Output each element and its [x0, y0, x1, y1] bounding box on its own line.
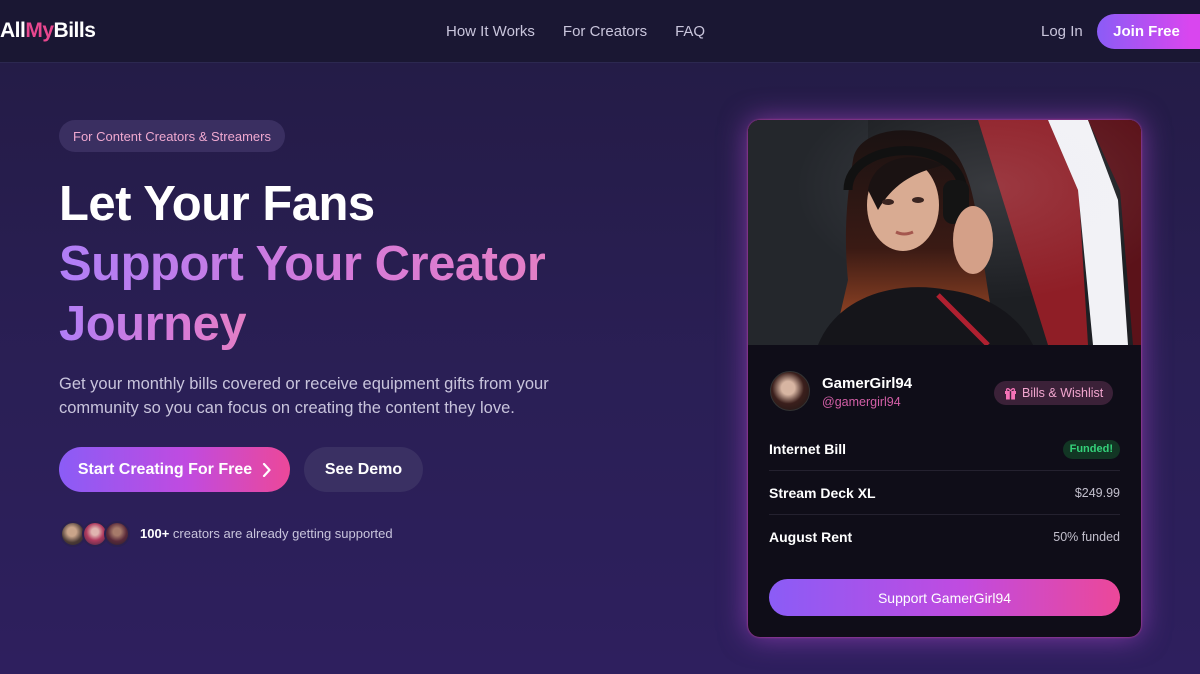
logo-part-all: All: [0, 19, 26, 42]
logo-part-my: My: [25, 19, 54, 42]
creator-name: GamerGirl94: [822, 375, 913, 392]
see-demo-button[interactable]: See Demo: [304, 447, 423, 492]
hero-description: Get your monthly bills covered or receiv…: [59, 375, 549, 417]
bill-value: 50% funded: [1053, 529, 1120, 544]
bill-label: August Rent: [769, 528, 853, 545]
gift-icon: [1005, 387, 1016, 399]
bill-row-internet[interactable]: Internet Bill Funded!: [769, 428, 1120, 471]
headline-line-2: Support Your Creator: [59, 237, 546, 291]
creator-handle[interactable]: @gamergirl94: [822, 395, 901, 409]
chevron-right-icon: [263, 462, 271, 477]
bill-row-rent[interactable]: August Rent 50% funded: [769, 515, 1120, 558]
start-creating-button[interactable]: Start Creating For Free: [59, 447, 290, 492]
bill-value: $249.99: [1074, 486, 1120, 500]
creator-avatar: [104, 521, 130, 547]
creator-avatars: [60, 521, 130, 547]
social-proof: 100+ creators are already getting suppor…: [140, 526, 393, 541]
bill-label: Internet Bill: [769, 441, 847, 457]
social-proof-text: creators are already getting supported: [172, 526, 393, 541]
start-creating-label: Start Creating For Free: [77, 460, 253, 478]
logo[interactable]: AllMyBills: [0, 19, 96, 43]
nav-link-faq[interactable]: FAQ: [675, 23, 705, 40]
headline-line-1: Let Your Fans: [59, 177, 375, 231]
logo-part-bills: Bills: [53, 19, 96, 42]
join-free-button[interactable]: Join Free: [1097, 14, 1200, 49]
nav-links: How It Works For Creators FAQ: [446, 23, 705, 40]
support-creator-button[interactable]: Support GamerGirl94: [769, 579, 1120, 616]
headline-line-3: Journey: [59, 297, 247, 351]
creator-photo-illustration: [748, 120, 1141, 345]
login-link[interactable]: Log In: [1041, 23, 1083, 40]
nav-link-how-it-works[interactable]: How It Works: [446, 23, 535, 40]
creator-photo: [748, 120, 1141, 345]
funded-badge: Funded!: [1062, 439, 1120, 459]
top-nav: AllMyBills How It Works For Creators FAQ…: [0, 0, 1200, 63]
bill-row-stream-deck[interactable]: Stream Deck XL $249.99: [769, 472, 1120, 515]
bills-wishlist-badge: Bills & Wishlist: [994, 381, 1114, 405]
social-proof-count: 100+: [140, 526, 170, 541]
creator-avatar-image: [770, 371, 810, 411]
creator-profile-card: GamerGirl94 @gamergirl94 Bills & Wishlis…: [748, 120, 1141, 637]
nav-link-for-creators[interactable]: For Creators: [563, 23, 647, 40]
audience-tag: For Content Creators & Streamers: [59, 120, 285, 152]
bill-label: Stream Deck XL: [769, 485, 876, 501]
badge-label: Bills & Wishlist: [1022, 386, 1104, 400]
